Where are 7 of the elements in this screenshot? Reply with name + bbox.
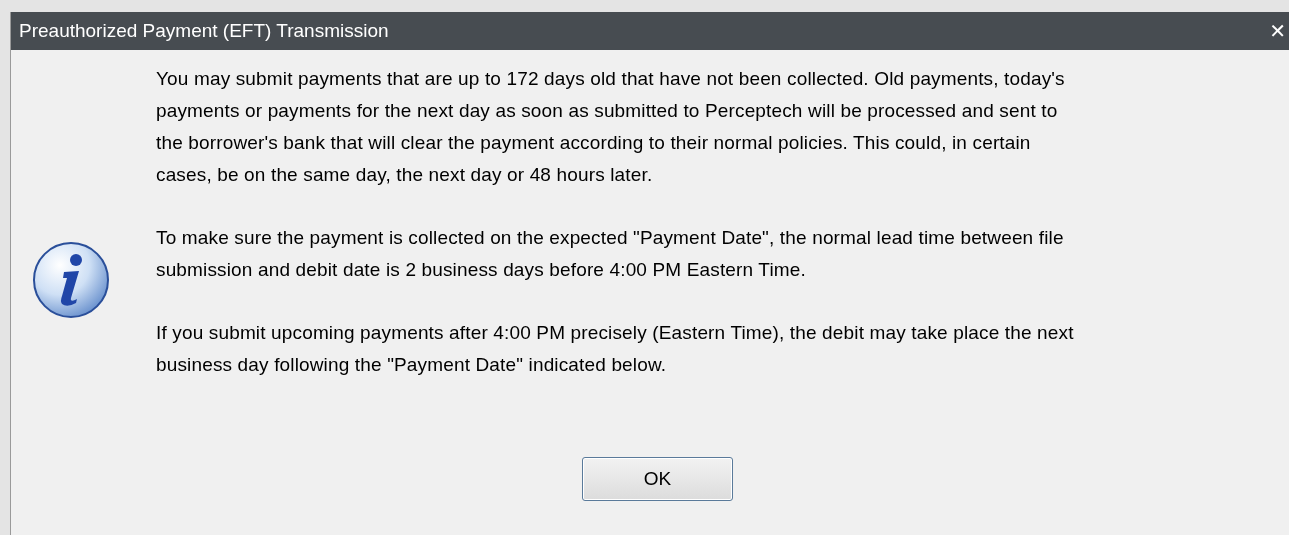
ok-button[interactable]: OK — [582, 457, 733, 501]
info-icon — [31, 240, 111, 320]
message-paragraph: You may submit payments that are up to 172 days old that have not been collected. Old payments, today's payments or payments for the next day as soon as submitted to Perceptech will be processed and sent to the borrower's bank that will clear the payment according to their normal policies. This could, in certain cases, be on the same day, the next day or 48 hours later. — [156, 67, 1066, 187]
message-paragraph: To make sure the payment is collected on the expected "Payment Date", the normal lead time between file submission and debit date is 2 business days before 4:00 PM Eastern Time. — [156, 226, 1065, 282]
window-title: Preauthorized Payment (EFT) Transmission — [19, 20, 389, 42]
message-paragraph: If you submit upcoming payments after 4:00 PM precisely (Eastern Time), the debit may take place the next business day following the "Payment Date" indicated below. — [156, 321, 1074, 377]
close-button[interactable]: ✕ — [1265, 19, 1289, 43]
